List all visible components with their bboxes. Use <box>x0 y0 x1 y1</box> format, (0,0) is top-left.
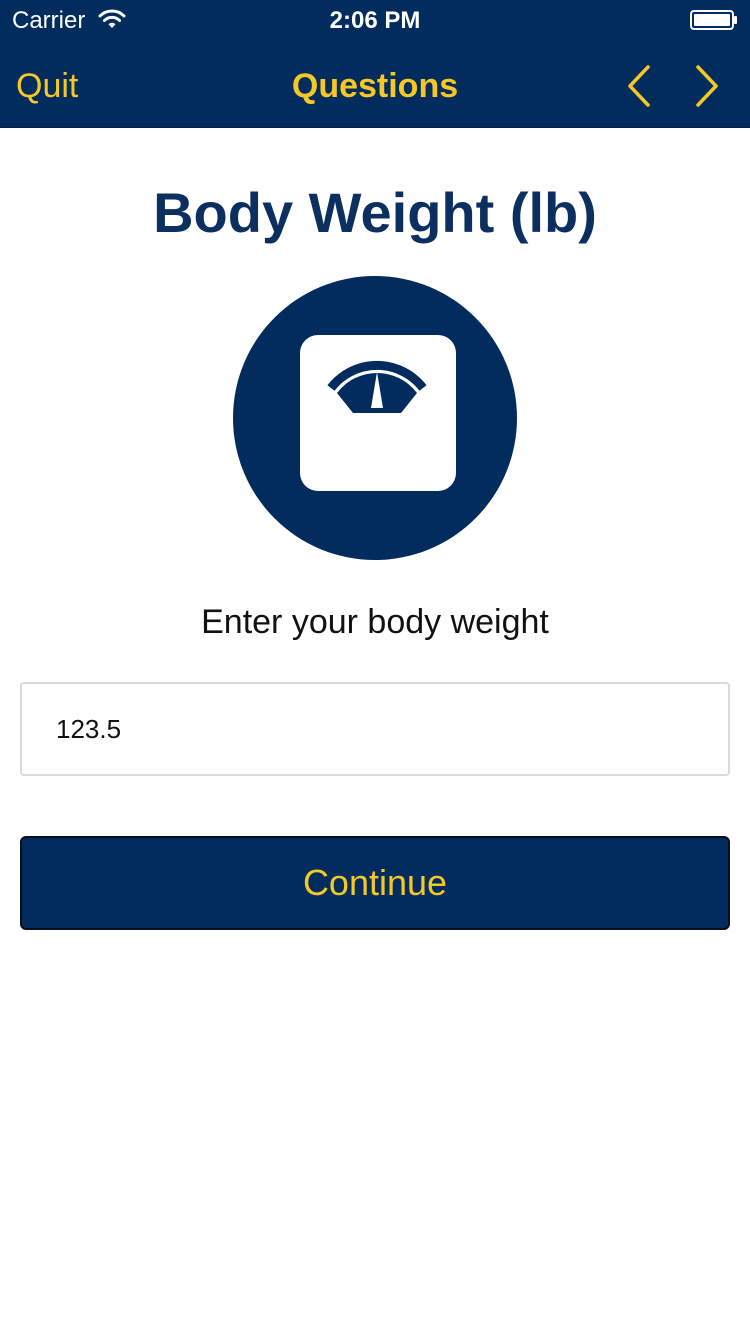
continue-button[interactable]: Continue <box>20 836 730 930</box>
weight-input[interactable] <box>20 682 730 776</box>
weight-prompt: Enter your body weight <box>201 603 549 641</box>
quit-button[interactable]: Quit <box>16 62 78 110</box>
chevron-left-icon[interactable] <box>620 62 660 110</box>
battery-icon <box>690 10 737 30</box>
chevron-right-icon[interactable] <box>686 62 726 110</box>
status-time: 2:06 PM <box>329 7 421 34</box>
top-bar: Carrier 2:06 PM Quit Questions <box>0 0 750 128</box>
page-title: Body Weight (lb) <box>153 181 597 244</box>
scale-icon <box>233 276 517 560</box>
screen: Carrier 2:06 PM Quit Questions Body Weig… <box>0 0 750 1334</box>
